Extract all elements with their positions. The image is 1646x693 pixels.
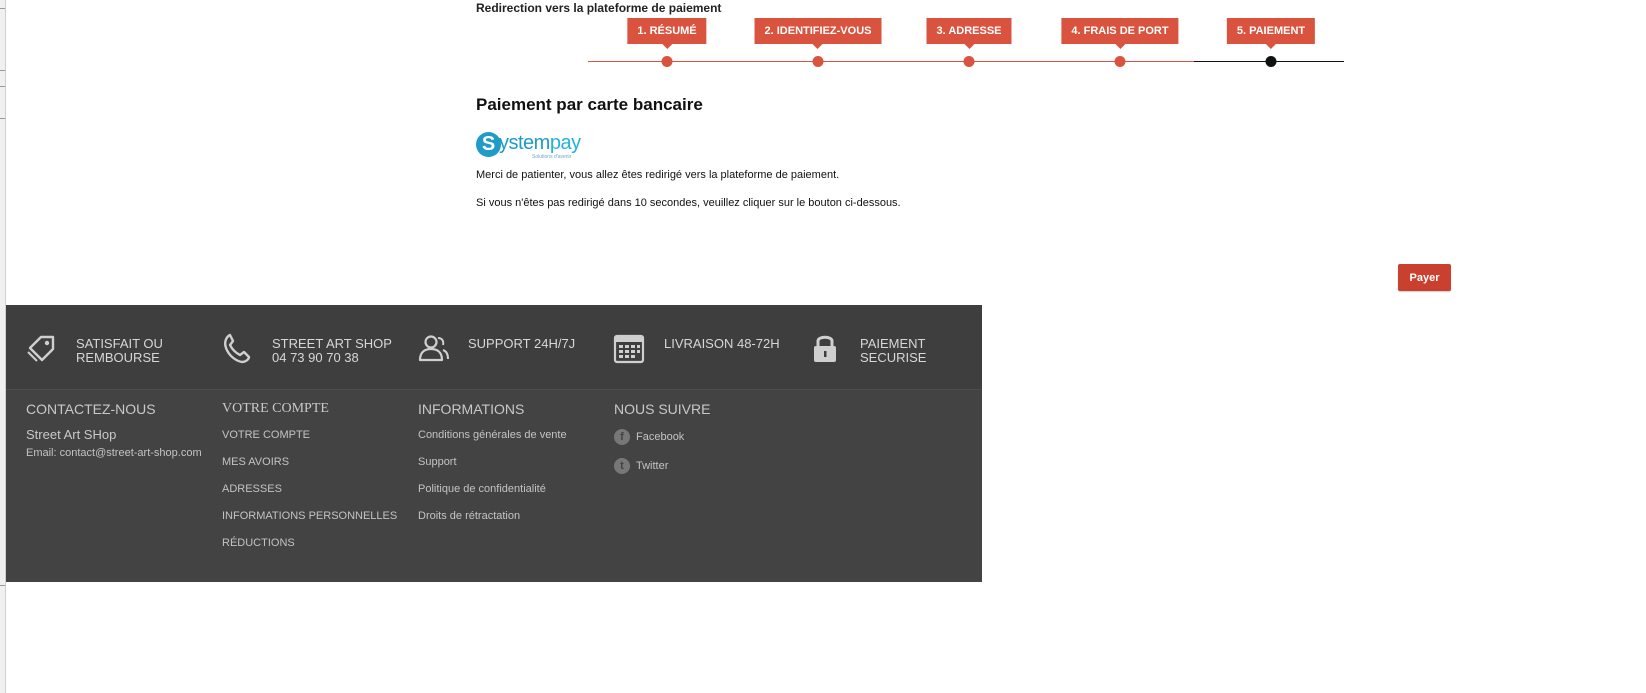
contact-heading: CONTACTEZ-NOUS: [26, 401, 156, 417]
reassurance-text: SUPPORT 24H/7J: [468, 336, 576, 351]
step-3-dot: [963, 56, 975, 67]
account-link[interactable]: RÉDUCTIONS: [222, 537, 412, 549]
account-link[interactable]: INFORMATIONS PERSONNELLES: [222, 510, 412, 522]
contact-email[interactable]: Email: contact@street-art-shop.com: [26, 447, 216, 459]
informations-link[interactable]: Politique de confidentialité: [418, 483, 608, 495]
tag-icon: [24, 331, 58, 365]
footer-follow-column: NOUS SUIVRE f Facebook t Twitter: [614, 401, 804, 487]
reassurance-text: PAIEMENT SECURISE: [860, 336, 927, 365]
twitter-icon: t: [614, 458, 630, 474]
step-5-dot: [1265, 56, 1277, 67]
wait-message: Merci de patienter, vous allez êtes redi…: [476, 169, 840, 181]
footer-informations-column: INFORMATIONS Conditions générales de ven…: [418, 401, 608, 537]
reassurance-text: SATISFAIT OU REMBOURSE: [76, 336, 163, 365]
systempay-logo: S ystempay Solutions d'avenir: [476, 131, 586, 163]
step-1-dot: [661, 56, 673, 67]
footer-account-column: VOTRE COMPTE VOTRE COMPTE MES AVOIRS ADR…: [222, 401, 412, 564]
edge-mark: [0, 118, 5, 119]
payment-title: Paiement par carte bancaire: [476, 95, 703, 114]
twitter-link[interactable]: t Twitter: [614, 458, 804, 474]
informations-heading: INFORMATIONS: [418, 401, 525, 417]
account-link[interactable]: MES AVOIRS: [222, 456, 412, 468]
twitter-label: Twitter: [636, 460, 669, 472]
shop-name: Street Art SHop: [26, 427, 117, 442]
informations-link[interactable]: Conditions générales de vente: [418, 429, 608, 441]
reassurance-text: STREET ART SHOP 04 73 90 70 38: [272, 336, 392, 365]
informations-link[interactable]: Support: [418, 456, 608, 468]
page-heading: Redirection vers la plateforme de paieme…: [476, 1, 722, 15]
reassurance-text: LIVRAISON 48-72H: [664, 336, 780, 351]
step-5-label: 5. PAIEMENT: [1226, 18, 1316, 49]
step-4-label[interactable]: 4. FRAIS DE PORT: [1061, 18, 1179, 49]
follow-heading: NOUS SUIVRE: [614, 401, 711, 417]
logo-wordmark: ystempay: [499, 132, 581, 154]
checkout-steps: 1. RÉSUMÉ 2. IDENTIFIEZ-VOUS 3. ADRESSE …: [588, 16, 1344, 76]
account-link[interactable]: ADRESSES: [222, 483, 412, 495]
pay-button[interactable]: Payer: [1398, 264, 1451, 291]
account-heading: VOTRE COMPTE: [222, 401, 329, 416]
reassurance-bar: SATISFAIT OU REMBOURSE STREET ART SHOP 0…: [6, 305, 982, 390]
facebook-label: Facebook: [636, 431, 685, 443]
facebook-link[interactable]: f Facebook: [614, 429, 804, 445]
users-icon: [416, 331, 450, 365]
edge-mark: [0, 8, 5, 9]
edge-mark: [0, 70, 5, 71]
calendar-icon: [612, 331, 646, 365]
step-1-label[interactable]: 1. RÉSUMÉ: [627, 18, 707, 49]
edge-mark: [0, 86, 5, 87]
phone-icon: [220, 331, 254, 365]
footer-contact-column: CONTACTEZ-NOUS Street Art SHop Email: co…: [26, 401, 216, 459]
edge-mark: [0, 585, 5, 586]
step-3-label[interactable]: 3. ADRESSE: [926, 18, 1012, 49]
fallback-message: Si vous n'êtes pas redirigé dans 10 seco…: [476, 197, 901, 209]
step-4-dot: [1114, 56, 1126, 67]
account-link[interactable]: VOTRE COMPTE: [222, 429, 412, 441]
step-2-dot: [812, 56, 824, 67]
logo-tagline: Solutions d'avenir: [532, 154, 572, 160]
step-2-label[interactable]: 2. IDENTIFIEZ-VOUS: [754, 18, 882, 49]
logo-letter: S: [476, 132, 501, 157]
informations-link[interactable]: Droits de rétractation: [418, 510, 608, 522]
lock-icon: [808, 331, 842, 365]
facebook-icon: f: [614, 429, 630, 445]
footer: SATISFAIT OU REMBOURSE STREET ART SHOP 0…: [6, 305, 982, 582]
steps-progress-line: [588, 61, 1194, 62]
